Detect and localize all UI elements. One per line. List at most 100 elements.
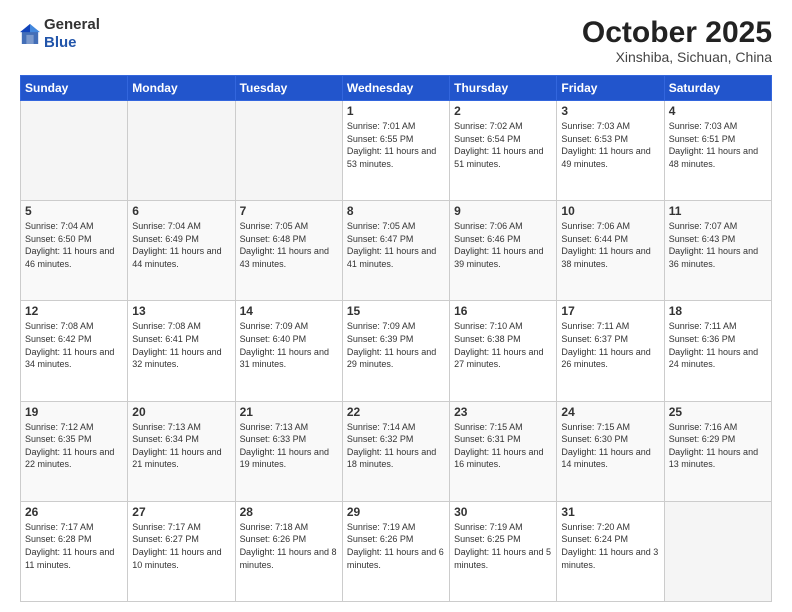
day-number: 8 bbox=[347, 204, 445, 218]
calendar-cell: 18Sunrise: 7:11 AM Sunset: 6:36 PM Dayli… bbox=[664, 301, 771, 401]
calendar-cell: 3Sunrise: 7:03 AM Sunset: 6:53 PM Daylig… bbox=[557, 101, 664, 201]
day-number: 7 bbox=[240, 204, 338, 218]
day-info: Sunrise: 7:17 AM Sunset: 6:28 PM Dayligh… bbox=[25, 521, 123, 571]
day-number: 11 bbox=[669, 204, 767, 218]
day-number: 23 bbox=[454, 405, 552, 419]
day-info: Sunrise: 7:15 AM Sunset: 6:31 PM Dayligh… bbox=[454, 421, 552, 471]
day-number: 12 bbox=[25, 304, 123, 318]
day-info: Sunrise: 7:04 AM Sunset: 6:49 PM Dayligh… bbox=[132, 220, 230, 270]
calendar-table: SundayMondayTuesdayWednesdayThursdayFrid… bbox=[20, 75, 772, 602]
calendar-cell: 4 Sunrise: 7:03 AM Sunset: 6:51 PM Daylig… bbox=[664, 101, 771, 201]
calendar-week-row: 12Sunrise: 7:08 AM Sunset: 6:42 PM Dayli… bbox=[21, 301, 772, 401]
day-info: Sunrise: 7:13 AM Sunset: 6:34 PM Dayligh… bbox=[132, 421, 230, 471]
logo-text-block: General Blue bbox=[44, 16, 100, 52]
calendar-cell: 25 Sunrise: 7:16 AM Sunset: 6:29 PM Dayli… bbox=[664, 401, 771, 501]
day-number: 22 bbox=[347, 405, 445, 419]
day-info: Sunrise: 7:03 AM Sunset: 6:53 PM Dayligh… bbox=[561, 120, 659, 170]
calendar-cell: 6 Sunrise: 7:04 AM Sunset: 6:49 PM Daylig… bbox=[128, 201, 235, 301]
calendar-cell: 16 Sunrise: 7:10 AM Sunset: 6:38 PM Dayli… bbox=[450, 301, 557, 401]
day-number: 25 bbox=[669, 405, 767, 419]
calendar-header-wednesday: Wednesday bbox=[342, 76, 449, 101]
calendar-cell: 27 Sunrise: 7:17 AM Sunset: 6:27 PM Dayli… bbox=[128, 501, 235, 601]
calendar-cell: 26 Sunrise: 7:17 AM Sunset: 6:28 PM Dayli… bbox=[21, 501, 128, 601]
day-number: 19 bbox=[25, 405, 123, 419]
logo-icon bbox=[20, 22, 40, 46]
calendar-cell bbox=[128, 101, 235, 201]
day-number: 26 bbox=[25, 505, 123, 519]
calendar-cell: 23 Sunrise: 7:15 AM Sunset: 6:31 PM Dayli… bbox=[450, 401, 557, 501]
day-number: 1 bbox=[347, 104, 445, 118]
day-number: 28 bbox=[240, 505, 338, 519]
day-number: 15 bbox=[347, 304, 445, 318]
day-number: 17 bbox=[561, 304, 659, 318]
calendar-cell: 17 Sunrise: 7:11 AM Sunset: 6:37 PM Dayli… bbox=[557, 301, 664, 401]
calendar-cell: 29Sunrise: 7:19 AM Sunset: 6:26 PM Dayli… bbox=[342, 501, 449, 601]
calendar-cell: 14Sunrise: 7:09 AM Sunset: 6:40 PM Dayli… bbox=[235, 301, 342, 401]
calendar-cell: 11Sunrise: 7:07 AM Sunset: 6:43 PM Dayli… bbox=[664, 201, 771, 301]
calendar-cell: 8 Sunrise: 7:05 AM Sunset: 6:47 PM Daylig… bbox=[342, 201, 449, 301]
day-info: Sunrise: 7:14 AM Sunset: 6:32 PM Dayligh… bbox=[347, 421, 445, 471]
day-info: Sunrise: 7:06 AM Sunset: 6:44 PM Dayligh… bbox=[561, 220, 659, 270]
calendar-cell: 20Sunrise: 7:13 AM Sunset: 6:34 PM Dayli… bbox=[128, 401, 235, 501]
logo: General Blue bbox=[20, 16, 100, 52]
day-info: Sunrise: 7:20 AM Sunset: 6:24 PM Dayligh… bbox=[561, 521, 659, 571]
calendar-header-tuesday: Tuesday bbox=[235, 76, 342, 101]
calendar-cell: 2 Sunrise: 7:02 AM Sunset: 6:54 PM Daylig… bbox=[450, 101, 557, 201]
day-number: 6 bbox=[132, 204, 230, 218]
calendar-cell: 24Sunrise: 7:15 AM Sunset: 6:30 PM Dayli… bbox=[557, 401, 664, 501]
calendar-cell bbox=[664, 501, 771, 601]
calendar-cell: 28Sunrise: 7:18 AM Sunset: 6:26 PM Dayli… bbox=[235, 501, 342, 601]
day-info: Sunrise: 7:16 AM Sunset: 6:29 PM Dayligh… bbox=[669, 421, 767, 471]
day-number: 27 bbox=[132, 505, 230, 519]
day-info: Sunrise: 7:05 AM Sunset: 6:47 PM Dayligh… bbox=[347, 220, 445, 270]
day-info: Sunrise: 7:17 AM Sunset: 6:27 PM Dayligh… bbox=[132, 521, 230, 571]
calendar-cell: 31 Sunrise: 7:20 AM Sunset: 6:24 PM Dayli… bbox=[557, 501, 664, 601]
day-info: Sunrise: 7:19 AM Sunset: 6:26 PM Dayligh… bbox=[347, 521, 445, 571]
day-number: 16 bbox=[454, 304, 552, 318]
calendar-cell: 10 Sunrise: 7:06 AM Sunset: 6:44 PM Dayli… bbox=[557, 201, 664, 301]
day-number: 9 bbox=[454, 204, 552, 218]
day-number: 30 bbox=[454, 505, 552, 519]
day-number: 2 bbox=[454, 104, 552, 118]
calendar-cell: 19 Sunrise: 7:12 AM Sunset: 6:35 PM Dayli… bbox=[21, 401, 128, 501]
header: General Blue October 2025 Xinshiba, Sich… bbox=[20, 16, 772, 65]
calendar-cell: 30 Sunrise: 7:19 AM Sunset: 6:25 PM Dayli… bbox=[450, 501, 557, 601]
day-info: Sunrise: 7:13 AM Sunset: 6:33 PM Dayligh… bbox=[240, 421, 338, 471]
calendar-cell: 9 Sunrise: 7:06 AM Sunset: 6:46 PM Daylig… bbox=[450, 201, 557, 301]
day-info: Sunrise: 7:06 AM Sunset: 6:46 PM Dayligh… bbox=[454, 220, 552, 270]
calendar-cell: 21 Sunrise: 7:13 AM Sunset: 6:33 PM Dayli… bbox=[235, 401, 342, 501]
day-info: Sunrise: 7:08 AM Sunset: 6:41 PM Dayligh… bbox=[132, 320, 230, 370]
day-number: 21 bbox=[240, 405, 338, 419]
calendar-header-monday: Monday bbox=[128, 76, 235, 101]
calendar-header-saturday: Saturday bbox=[664, 76, 771, 101]
day-info: Sunrise: 7:04 AM Sunset: 6:50 PM Dayligh… bbox=[25, 220, 123, 270]
calendar-cell: 13 Sunrise: 7:08 AM Sunset: 6:41 PM Dayli… bbox=[128, 301, 235, 401]
day-info: Sunrise: 7:19 AM Sunset: 6:25 PM Dayligh… bbox=[454, 521, 552, 571]
day-number: 4 bbox=[669, 104, 767, 118]
day-number: 31 bbox=[561, 505, 659, 519]
calendar-cell bbox=[235, 101, 342, 201]
location: Xinshiba, Sichuan, China bbox=[582, 49, 772, 65]
calendar-header-thursday: Thursday bbox=[450, 76, 557, 101]
month-title: October 2025 bbox=[582, 16, 772, 49]
calendar-week-row: 19 Sunrise: 7:12 AM Sunset: 6:35 PM Dayli… bbox=[21, 401, 772, 501]
day-info: Sunrise: 7:10 AM Sunset: 6:38 PM Dayligh… bbox=[454, 320, 552, 370]
day-number: 13 bbox=[132, 304, 230, 318]
day-info: Sunrise: 7:12 AM Sunset: 6:35 PM Dayligh… bbox=[25, 421, 123, 471]
day-info: Sunrise: 7:11 AM Sunset: 6:37 PM Dayligh… bbox=[561, 320, 659, 370]
day-number: 18 bbox=[669, 304, 767, 318]
calendar-header-friday: Friday bbox=[557, 76, 664, 101]
day-number: 10 bbox=[561, 204, 659, 218]
day-info: Sunrise: 7:03 AM Sunset: 6:51 PM Dayligh… bbox=[669, 120, 767, 170]
calendar-header-sunday: Sunday bbox=[21, 76, 128, 101]
calendar-week-row: 26 Sunrise: 7:17 AM Sunset: 6:28 PM Dayli… bbox=[21, 501, 772, 601]
logo-text-general: General Blue bbox=[44, 16, 100, 52]
day-number: 14 bbox=[240, 304, 338, 318]
calendar-cell: 22 Sunrise: 7:14 AM Sunset: 6:32 PM Dayli… bbox=[342, 401, 449, 501]
day-info: Sunrise: 7:05 AM Sunset: 6:48 PM Dayligh… bbox=[240, 220, 338, 270]
day-info: Sunrise: 7:01 AM Sunset: 6:55 PM Dayligh… bbox=[347, 120, 445, 170]
day-info: Sunrise: 7:15 AM Sunset: 6:30 PM Dayligh… bbox=[561, 421, 659, 471]
day-info: Sunrise: 7:02 AM Sunset: 6:54 PM Dayligh… bbox=[454, 120, 552, 170]
calendar-cell: 7 Sunrise: 7:05 AM Sunset: 6:48 PM Daylig… bbox=[235, 201, 342, 301]
title-area: October 2025 Xinshiba, Sichuan, China bbox=[582, 16, 772, 65]
